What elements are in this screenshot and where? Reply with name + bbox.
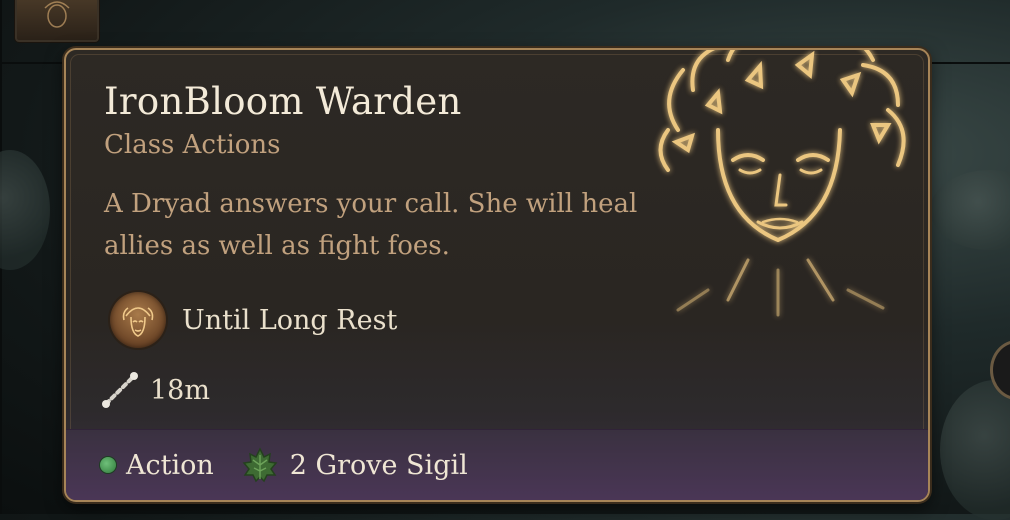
range-ruler-icon [102,372,138,408]
duration-label: Until Long Rest [182,304,398,336]
duration-row: Until Long Rest [110,290,397,350]
tooltip-description: A Dryad answers your call. She will heal… [104,189,638,261]
background-rock [940,380,1010,520]
tooltip-subtitle: Class Actions [104,130,281,160]
dryad-portrait-icon [110,292,166,348]
leaf-icon [242,447,278,483]
range-label: 18m [150,374,210,406]
tooltip-title: IronBloom Warden [104,80,462,123]
background-rock [0,150,50,270]
action-tooltip: IronBloom Warden Class Actions A Dryad a… [64,48,930,502]
dryad-face-icon [44,1,70,28]
tooltip-footer: Action 2 Grove Sigil [66,429,928,500]
action-type-label: Action [126,449,214,481]
range-row: 18m [100,370,210,410]
action-resource-icon [100,457,116,473]
resource-cost-label: 2 Grove Sigil [289,449,468,481]
background-rock [930,170,1010,250]
hotbar-slot-dryad[interactable] [15,0,99,42]
glowing-dryad-face-icon [658,50,906,317]
